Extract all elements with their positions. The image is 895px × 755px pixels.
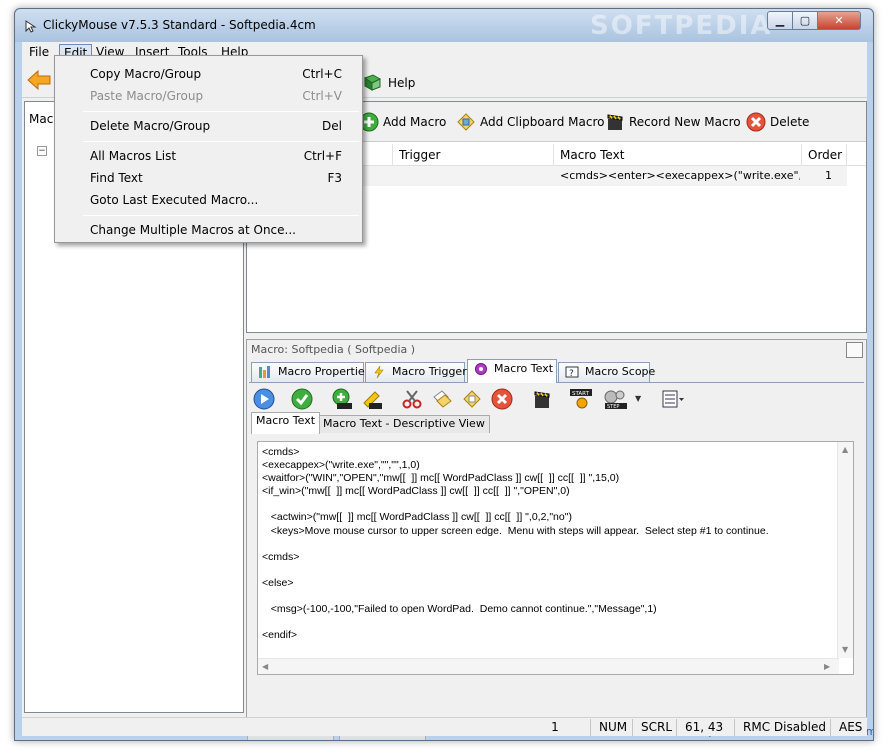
tab-macro-triggers[interactable]: Macro Triggers xyxy=(365,362,472,382)
help-book-icon xyxy=(363,74,382,91)
tab-macro-properties-label: Macro Properties xyxy=(278,365,371,378)
status-rmc: RMC Disabled xyxy=(734,719,830,736)
list-options-icon[interactable] xyxy=(661,388,685,410)
play-icon[interactable] xyxy=(253,388,275,410)
tab-macro-text-label: Macro Text xyxy=(494,362,554,375)
horizontal-scrollbar[interactable]: ◀ ▶ xyxy=(258,658,839,674)
scroll-left-icon[interactable]: ◀ xyxy=(262,662,268,671)
macro-caption: Macro: Softpedia ( Softpedia ) xyxy=(251,343,416,356)
delete-icon xyxy=(746,112,766,132)
status-aes: AES xyxy=(830,719,867,736)
record-new-label: Record New Macro xyxy=(629,115,741,129)
macro-code: <cmds> <execappex>("write.exe","","",1,0… xyxy=(262,446,769,642)
status-scrl: SCRL xyxy=(632,719,676,736)
cell-order: 1 xyxy=(825,169,832,182)
step-gears-icon[interactable]: STEP xyxy=(601,388,631,410)
back-arrow-icon[interactable] xyxy=(26,68,52,92)
menu-item-find-text[interactable]: Find Text F3 xyxy=(57,167,360,189)
window-title: ClickyMouse v7.5.3 Standard - Softpedia.… xyxy=(43,18,316,32)
subtab-descriptive-view[interactable]: Macro Text - Descriptive View xyxy=(318,415,490,433)
menu-item-paste-shortcut: Ctrl+V xyxy=(302,89,342,103)
chevron-down-icon[interactable]: ▼ xyxy=(635,388,643,410)
maximize-button[interactable]: ▢ xyxy=(792,11,818,30)
lightning-icon xyxy=(374,365,384,379)
menu-item-delete-shortcut: Del xyxy=(322,119,342,133)
dock-toggle-button[interactable] xyxy=(846,342,863,358)
menu-separator xyxy=(83,215,359,216)
add-clipboard-label: Add Clipboard Macro xyxy=(480,115,605,129)
menu-item-paste: Paste Macro/Group Ctrl+V xyxy=(57,85,360,107)
status-count: 1 xyxy=(551,720,559,734)
menu-item-goto-last[interactable]: Goto Last Executed Macro... xyxy=(57,189,360,211)
check-icon[interactable] xyxy=(291,388,313,410)
menu-item-find-text-label: Find Text xyxy=(90,171,143,185)
scroll-down-icon[interactable]: ▼ xyxy=(842,645,848,654)
status-num: NUM xyxy=(590,719,632,736)
tree-expander[interactable]: − xyxy=(37,146,47,156)
tab-macro-text[interactable]: Macro Text xyxy=(467,359,557,383)
macro-text-editor[interactable]: <cmds> <execappex>("write.exe","","",1,0… xyxy=(257,441,854,675)
menu-item-copy[interactable]: Copy Macro/Group Ctrl+C xyxy=(57,63,360,85)
menu-item-delete[interactable]: Delete Macro/Group Del xyxy=(57,115,360,137)
svg-text:?: ? xyxy=(569,369,574,379)
tab-macro-triggers-label: Macro Triggers xyxy=(392,365,473,378)
vertical-scrollbar[interactable]: ▲ ▼ xyxy=(837,442,853,658)
scroll-up-icon[interactable]: ▲ xyxy=(842,445,848,454)
record-icon[interactable] xyxy=(531,388,553,410)
macro-text-toolbar: START STEP ▼ xyxy=(249,382,864,412)
edit-cmd-icon[interactable] xyxy=(361,388,383,410)
help-label: Help xyxy=(388,76,416,90)
cell-macro-text: <cmds><enter><execappex>("write.exe","",… xyxy=(560,169,800,182)
menu-item-copy-label: Copy Macro/Group xyxy=(90,67,202,81)
menu-separator xyxy=(83,141,359,142)
cell-trigger xyxy=(399,166,549,186)
properties-icon xyxy=(259,366,270,378)
tab-macro-scope[interactable]: ? Macro Scope xyxy=(558,362,655,382)
clear-icon[interactable] xyxy=(491,388,513,410)
menu-item-change-multiple[interactable]: Change Multiple Macros at Once... xyxy=(57,219,360,241)
close-button[interactable]: ✕ xyxy=(817,11,861,30)
edit-menu-dropdown: Copy Macro/Group Ctrl+C Paste Macro/Grou… xyxy=(54,55,363,243)
menu-item-paste-label: Paste Macro/Group xyxy=(90,89,204,103)
menu-item-all-macros-shortcut: Ctrl+F xyxy=(303,149,342,163)
menu-item-delete-label: Delete Macro/Group xyxy=(90,119,211,133)
status-position: 61, 43 xyxy=(676,719,734,736)
tab-macro-properties[interactable]: Macro Properties xyxy=(251,362,370,382)
svg-text:STEP: STEP xyxy=(607,404,619,410)
column-order[interactable]: Order xyxy=(802,144,847,166)
add-cmd-icon[interactable] xyxy=(331,388,353,410)
menu-separator xyxy=(83,111,359,112)
menu-item-all-macros-label: All Macros List xyxy=(90,149,177,163)
menu-item-goto-last-label: Goto Last Executed Macro... xyxy=(90,193,259,207)
menu-item-find-text-shortcut: F3 xyxy=(327,171,342,185)
scroll-right-icon[interactable]: ▶ xyxy=(824,662,830,671)
menu-item-change-multiple-label: Change Multiple Macros at Once... xyxy=(90,223,296,237)
tab-macro-scope-label: Macro Scope xyxy=(585,365,656,378)
menu-file[interactable]: File xyxy=(25,44,53,61)
svg-text:START: START xyxy=(572,391,590,397)
column-macro-text[interactable]: Macro Text xyxy=(554,144,802,166)
scope-question-icon: ? xyxy=(565,366,579,379)
status-bar: 1 NUM SCRL 61, 43 RMC Disabled AES xyxy=(22,717,867,736)
cut-icon[interactable] xyxy=(401,388,423,410)
gear-text-icon xyxy=(475,363,487,375)
macro-editor-panel: Macro: Softpedia ( Softpedia ) Macro Pro… xyxy=(246,339,867,720)
column-trigger[interactable]: Trigger xyxy=(393,144,554,166)
minimize-button[interactable]: ▁ xyxy=(767,11,793,30)
delete-label: Delete xyxy=(770,115,810,129)
clipboard-icon xyxy=(457,113,475,131)
title-bar: ClickyMouse v7.5.3 Standard - Softpedia.… xyxy=(15,9,873,42)
menu-item-copy-shortcut: Ctrl+C xyxy=(302,67,342,81)
clapperboard-icon xyxy=(607,114,623,130)
paste-icon[interactable] xyxy=(461,388,483,410)
subtab-macro-text[interactable]: Macro Text xyxy=(251,412,321,434)
copy-icon[interactable] xyxy=(431,388,453,410)
watermark: SOFTPEDIA xyxy=(590,11,773,41)
app-mouse-icon xyxy=(25,20,37,33)
add-macro-label: Add Macro xyxy=(383,115,447,129)
menu-item-all-macros[interactable]: All Macros List Ctrl+F xyxy=(57,145,360,167)
start-step-icon[interactable]: START xyxy=(569,388,595,410)
